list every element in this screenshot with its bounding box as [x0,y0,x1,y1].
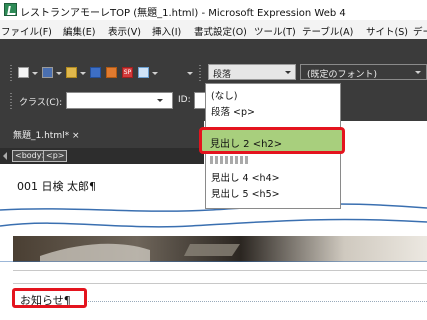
new-document-arrow-icon[interactable] [56,72,62,75]
header-photo-image [0,236,427,262]
menu-edit[interactable]: 編集(E) [63,24,95,38]
menu-site[interactable]: サイト(S) [366,24,408,38]
tab-label: 無題_1.html* × [13,131,80,141]
preview-dropdown-arrow-icon[interactable] [152,72,158,75]
menu-data-truncated[interactable]: デー [413,24,427,38]
dropdown-option-none[interactable]: (なし) [211,88,237,102]
style-select-value: 段落 [213,70,232,80]
font-family-select[interactable]: (既定のフォント) [300,64,427,80]
menu-tools[interactable]: ツール(T) [254,24,296,38]
window-title: レストランアモーレTOP (無題_1.html) - Microsoft Exp… [20,8,346,19]
new-document-icon[interactable] [42,67,53,78]
new-page-icon[interactable] [18,67,29,78]
tag-p-chip[interactable]: <p> [43,150,68,162]
dropdown-option-heading-4[interactable]: 見出し 4 <h4> [211,170,280,184]
class-label: クラス(C): [19,98,63,108]
dropdown-option-heading-5[interactable]: 見出し 5 <h5> [211,186,280,200]
superpreview-icon[interactable]: SP [122,67,133,78]
tag-scroll-left-icon[interactable] [3,152,7,160]
title-bar: レストランアモーレTOP (無題_1.html) - Microsoft Exp… [0,0,427,21]
font-select-arrow-icon[interactable] [415,71,421,74]
expression-web-app-icon [4,3,17,16]
dropdown-option-heading-2-selected[interactable]: 見出し 2 <h2> [199,127,345,154]
toolbar-grip[interactable] [10,65,12,81]
menu-table[interactable]: テーブル(A) [302,24,353,38]
notice-heading-text: お知らせ¶ [20,294,71,307]
class-select[interactable] [66,92,173,109]
save-icon[interactable] [90,67,101,78]
toolbar-grip-3[interactable] [10,93,12,109]
preview-in-browser-icon[interactable] [138,67,149,78]
open-dropdown-arrow-icon[interactable] [80,72,86,75]
paragraph-style-select[interactable]: 段落 [208,64,296,80]
class-select-arrow-icon[interactable] [157,99,163,102]
menu-insert[interactable]: 挿入(I) [152,24,181,38]
divider-line [13,270,427,271]
new-dropdown-arrow-icon[interactable] [32,72,38,75]
dropdown-option-partially-hidden[interactable] [210,156,250,164]
tab-untitled-1[interactable]: 無題_1.html* × [13,126,89,142]
id-label: ID: [178,95,191,105]
style-select-arrow-icon[interactable] [285,71,291,74]
toolbar-grip-2[interactable] [199,65,201,81]
notice-heading-callout[interactable]: お知らせ¶ [12,288,87,308]
dropdown-option-paragraph[interactable]: 段落 <p> [211,104,255,118]
divider-line [13,283,427,284]
menu-bar: ファイル(F) 編集(E) 表示(V) 挿入(I) 書式設定(O) ツール(T)… [0,20,427,39]
publish-icon[interactable] [106,67,117,78]
menu-format[interactable]: 書式設定(O) [194,24,247,38]
font-select-value: (既定のフォント) [307,70,378,80]
menu-view[interactable]: 表示(V) [108,24,141,38]
menu-file[interactable]: ファイル(F) [1,24,52,38]
toolbar-options-arrow-icon[interactable] [187,72,193,75]
open-folder-icon[interactable] [66,67,77,78]
name-paragraph[interactable]: 001 日検 太郎¶ [17,178,96,194]
heading-2-option-label: 見出し 2 <h2> [210,139,283,150]
